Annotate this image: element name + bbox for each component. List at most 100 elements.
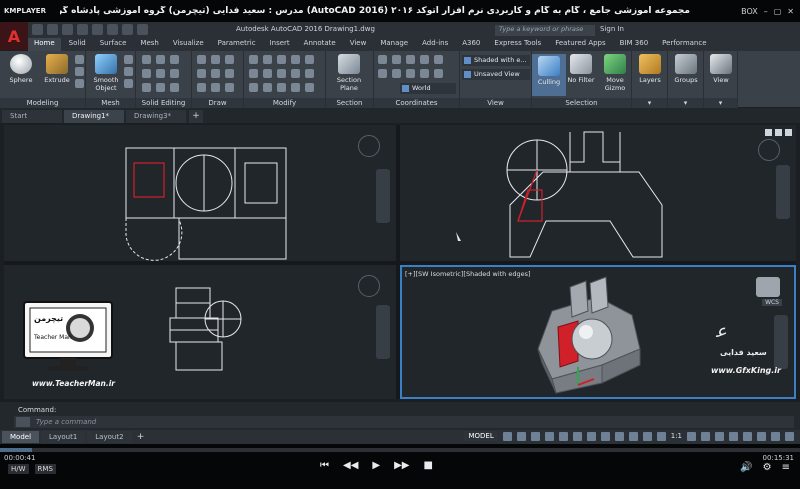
polyline-icon[interactable] bbox=[211, 55, 220, 64]
open-icon[interactable] bbox=[47, 24, 58, 35]
grid-icon[interactable] bbox=[502, 431, 512, 441]
clean-screen-icon[interactable] bbox=[771, 431, 780, 441]
fillet-edge-icon[interactable] bbox=[156, 83, 165, 92]
ortho-icon[interactable] bbox=[530, 431, 540, 441]
circle-icon[interactable] bbox=[225, 55, 234, 64]
slice-icon[interactable] bbox=[142, 69, 151, 78]
mesh-tool-icon[interactable] bbox=[124, 55, 133, 64]
move-gizmo-button[interactable]: Move Gizmo bbox=[598, 54, 632, 92]
annotation-scale[interactable]: 1:1 bbox=[671, 432, 682, 440]
navigation-bar[interactable] bbox=[774, 315, 788, 369]
visual-style-dropdown[interactable]: Shaded with e... bbox=[462, 55, 530, 66]
settings-icon[interactable]: ⚙ bbox=[763, 462, 772, 473]
redo-icon[interactable] bbox=[122, 24, 133, 35]
wcs-label[interactable]: WCS bbox=[762, 299, 782, 306]
ellipse-icon[interactable] bbox=[211, 83, 220, 92]
culling-button[interactable]: Culling bbox=[532, 54, 566, 96]
trim-icon[interactable] bbox=[277, 55, 286, 64]
mesh-tool-icon[interactable] bbox=[124, 67, 133, 76]
tab-home[interactable]: Home bbox=[28, 38, 61, 51]
osnap-icon[interactable] bbox=[558, 431, 568, 441]
ribbon-group-groups[interactable]: Groups ▾ bbox=[668, 51, 704, 108]
polar-icon[interactable] bbox=[544, 431, 554, 441]
ucs-world-icon[interactable] bbox=[392, 55, 401, 64]
tab-mesh[interactable]: Mesh bbox=[134, 38, 164, 51]
sign-in-button[interactable]: Sign In bbox=[600, 25, 624, 33]
player-box-button[interactable]: BOX bbox=[741, 7, 758, 16]
tab-annotate[interactable]: Annotate bbox=[298, 38, 342, 51]
explode-icon[interactable] bbox=[263, 83, 272, 92]
view-panel-button[interactable]: View bbox=[704, 54, 738, 84]
array-icon[interactable] bbox=[291, 69, 300, 78]
subtract-icon[interactable] bbox=[156, 55, 165, 64]
ucs-object-icon[interactable] bbox=[420, 69, 429, 78]
tab-view[interactable]: View bbox=[344, 38, 373, 51]
layers-button[interactable]: Layers bbox=[633, 54, 667, 84]
navigation-bar[interactable] bbox=[376, 169, 390, 223]
auto-scale-icon[interactable] bbox=[656, 431, 666, 441]
extract-edges-icon[interactable] bbox=[156, 69, 165, 78]
fast-forward-icon[interactable]: ▶▶ bbox=[394, 460, 409, 471]
offset-icon[interactable] bbox=[249, 83, 258, 92]
ribbon-group-view-panel[interactable]: View ▾ bbox=[704, 51, 738, 108]
file-tab-drawing1[interactable]: Drawing1* bbox=[64, 110, 124, 123]
tab-a360[interactable]: A360 bbox=[456, 38, 486, 51]
viewport-right[interactable] bbox=[400, 125, 796, 261]
ucs-z-icon[interactable] bbox=[420, 55, 429, 64]
search-input[interactable]: Type a keyword or phrase bbox=[495, 25, 595, 36]
print-icon[interactable] bbox=[92, 24, 103, 35]
layout-tab-model[interactable]: Model bbox=[2, 431, 40, 443]
volume-icon[interactable]: 🔊 bbox=[740, 462, 752, 473]
tab-manage[interactable]: Manage bbox=[374, 38, 414, 51]
chamfer-edge-icon[interactable] bbox=[170, 83, 179, 92]
spline-icon[interactable] bbox=[225, 69, 234, 78]
rotate-icon[interactable] bbox=[263, 55, 272, 64]
ucs-view-icon[interactable] bbox=[406, 69, 415, 78]
3d-osnap-icon[interactable] bbox=[572, 431, 582, 441]
annotation-monitor-icon[interactable] bbox=[701, 431, 710, 441]
units-icon[interactable] bbox=[715, 431, 724, 441]
file-tab-drawing3[interactable]: Drawing3* bbox=[126, 110, 186, 123]
maximize-icon[interactable]: ▢ bbox=[774, 7, 782, 16]
tab-featured-apps[interactable]: Featured Apps bbox=[549, 38, 611, 51]
add-layout-button[interactable]: + bbox=[135, 431, 147, 443]
seek-bar[interactable] bbox=[0, 448, 800, 452]
rewind-icon[interactable]: ◀◀ bbox=[343, 460, 358, 471]
tab-parametric[interactable]: Parametric bbox=[212, 38, 262, 51]
viewcube-icon[interactable] bbox=[358, 135, 380, 157]
tab-performance[interactable]: Performance bbox=[656, 38, 712, 51]
tab-express-tools[interactable]: Express Tools bbox=[488, 38, 547, 51]
ucs-icon[interactable] bbox=[378, 55, 387, 64]
viewport-area[interactable]: [+][SW Isometric][Shaded with edges] WCS bbox=[4, 125, 796, 399]
rectangle-icon[interactable] bbox=[211, 69, 220, 78]
tab-add-ins[interactable]: Add-ins bbox=[416, 38, 454, 51]
arc-icon[interactable] bbox=[197, 69, 206, 78]
point-icon[interactable] bbox=[225, 83, 234, 92]
align-icon[interactable] bbox=[277, 83, 286, 92]
viewport-sw-isometric[interactable]: [+][SW Isometric][Shaded with edges] WCS bbox=[400, 265, 796, 399]
3d-move-icon[interactable] bbox=[291, 83, 300, 92]
new-tab-button[interactable]: + bbox=[189, 110, 203, 123]
tab-insert[interactable]: Insert bbox=[264, 38, 296, 51]
minimize-icon[interactable]: – bbox=[764, 7, 768, 16]
command-input[interactable] bbox=[36, 417, 794, 427]
smooth-object-button[interactable]: Smooth Object bbox=[89, 54, 123, 92]
save-as-icon[interactable] bbox=[77, 24, 88, 35]
save-icon[interactable] bbox=[62, 24, 73, 35]
cylinder-icon[interactable] bbox=[75, 67, 84, 76]
gizmo-icon[interactable] bbox=[628, 431, 638, 441]
ucs-face-icon[interactable] bbox=[434, 69, 443, 78]
mirror-icon[interactable] bbox=[249, 69, 258, 78]
fillet-icon[interactable] bbox=[291, 55, 300, 64]
quick-properties-icon[interactable] bbox=[729, 431, 738, 441]
hw-button[interactable]: H/W bbox=[8, 464, 29, 474]
command-customize-button[interactable] bbox=[16, 417, 30, 427]
tab-bim-360[interactable]: BIM 360 bbox=[614, 38, 655, 51]
viewcube-icon[interactable] bbox=[756, 277, 780, 297]
play-icon[interactable]: ▶ bbox=[372, 460, 380, 471]
workspace-switch-icon[interactable] bbox=[687, 431, 696, 441]
saved-view-dropdown[interactable]: Unsaved View bbox=[462, 69, 530, 80]
navigation-bar[interactable] bbox=[376, 305, 390, 359]
otrack-icon[interactable] bbox=[586, 431, 596, 441]
tab-solid[interactable]: Solid bbox=[63, 38, 92, 51]
